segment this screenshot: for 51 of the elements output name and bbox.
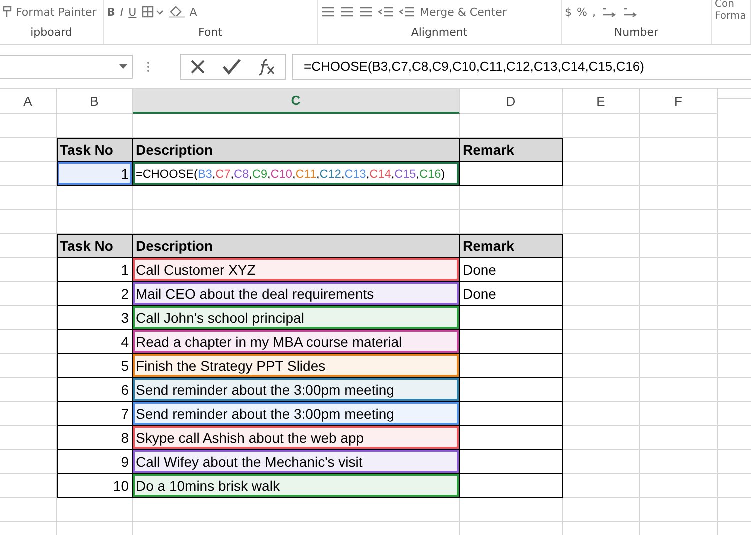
- formula-input[interactable]: =CHOOSE(B3,C7,C8,C9,C10,C11,C12,C13,C14,C15,C16): [292, 54, 751, 80]
- decimal-icon[interactable]: [622, 6, 638, 18]
- indent-icon[interactable]: [378, 6, 394, 18]
- bold-button[interactable]: B: [107, 6, 116, 18]
- borders-icon[interactable]: [142, 6, 164, 18]
- description-cell: Send reminder about the 3:00pm meeting: [133, 378, 460, 402]
- align-icon[interactable]: [340, 6, 354, 18]
- column-header: Task No: [57, 234, 133, 258]
- column-header: Description: [133, 234, 460, 258]
- description-cell: Mail CEO about the deal requirements: [133, 282, 460, 306]
- description-cell: Call Customer XYZ: [133, 258, 460, 282]
- conditional-format-button[interactable]: Forma: [715, 11, 746, 23]
- underline-button[interactable]: U: [128, 6, 137, 18]
- group-label: Font: [198, 25, 224, 41]
- close-icon[interactable]: [190, 58, 206, 74]
- group-label: Number: [613, 25, 660, 41]
- function-icon[interactable]: [258, 58, 276, 76]
- group-label: ipboard: [30, 25, 74, 41]
- description-cell: Do a 10mins brisk walk: [133, 474, 460, 498]
- decimal-icon[interactable]: [600, 6, 617, 18]
- column-header[interactable]: C: [133, 89, 460, 114]
- column-header: Remark: [460, 234, 563, 258]
- italic-button[interactable]: I: [120, 6, 124, 18]
- format-painter-button[interactable]: Format Painter: [3, 6, 97, 18]
- check-icon[interactable]: [222, 58, 241, 74]
- column-header: Task No: [57, 138, 133, 162]
- formula-cell[interactable]: =CHOOSE(B3,C7,C8,C9,C10,C11,C12,C13,C14,C15,C16): [133, 162, 460, 186]
- indent-icon[interactable]: [399, 6, 415, 18]
- task-number-cell[interactable]: 1: [57, 162, 133, 186]
- remark-cell: Done: [460, 282, 563, 306]
- description-cell: Call Wifey about the Mechanic's visit: [133, 450, 460, 474]
- description-cell: Read a chapter in my MBA course material: [133, 330, 460, 354]
- description-cell: Send reminder about the 3:00pm meeting: [133, 402, 460, 426]
- description-cell: Finish the Strategy PPT Slides: [133, 354, 460, 378]
- align-icon[interactable]: [321, 6, 335, 18]
- column-header: Remark: [460, 138, 563, 162]
- font-color-button[interactable]: A: [190, 6, 198, 18]
- description-cell: Call John's school principal: [133, 306, 460, 330]
- number-format-button[interactable]: ,: [592, 6, 596, 18]
- merge-center-button[interactable]: Merge & Center: [420, 6, 507, 18]
- group-label: Alignment: [410, 25, 469, 41]
- description-cell: Skype call Ashish about the web app: [133, 426, 460, 450]
- number-format-button[interactable]: $: [565, 6, 572, 18]
- remark-cell: Done: [460, 258, 563, 282]
- align-icon[interactable]: [359, 6, 373, 18]
- handle-icon[interactable]: [147, 60, 150, 72]
- fill-bucket-icon[interactable]: [168, 6, 185, 18]
- brush-icon: [3, 6, 13, 18]
- caret-icon: [119, 64, 128, 69]
- number-format-button[interactable]: %: [577, 6, 588, 18]
- column-header: Description: [133, 138, 460, 162]
